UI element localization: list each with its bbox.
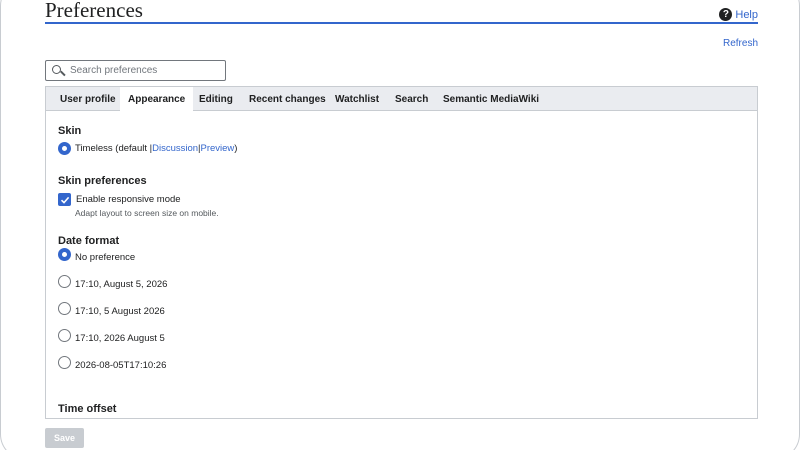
- save-button[interactable]: Save: [45, 428, 84, 448]
- skin-radio[interactable]: [58, 142, 71, 155]
- skin-close-paren: ): [234, 143, 238, 154]
- date-radio[interactable]: [58, 275, 71, 288]
- tab-user-profile[interactable]: User profile: [52, 87, 124, 111]
- tab-watchlist[interactable]: Watchlist: [327, 87, 387, 111]
- preferences-page: Preferences ? Help Refresh User profile …: [45, 0, 758, 450]
- search-icon: [52, 64, 64, 77]
- time-offset-heading: Time offset: [58, 403, 117, 415]
- skin-option-timeless[interactable]: Timeless (default | Discussion | Preview…: [58, 142, 237, 155]
- responsive-mode-hint: Adapt layout to screen size on mobile.: [75, 208, 219, 218]
- tab-recent-changes[interactable]: Recent changes: [241, 87, 334, 111]
- date-format-heading: Date format: [58, 235, 120, 247]
- help-link[interactable]: ? Help: [719, 8, 758, 21]
- tab-bar: User profile Appearance Editing Recent c…: [46, 87, 757, 112]
- date-radio[interactable]: [58, 248, 71, 261]
- responsive-mode-checkbox[interactable]: [58, 193, 71, 206]
- preferences-panel: User profile Appearance Editing Recent c…: [45, 86, 758, 418]
- date-option-dmy[interactable]: 17:10, 5 August 2026: [58, 302, 165, 317]
- date-option-label: 17:10, 2026 August 5: [75, 333, 165, 344]
- date-radio[interactable]: [58, 302, 71, 315]
- date-option-label: 2026-08-05T17:10:26: [75, 360, 167, 371]
- skin-discussion-link[interactable]: Discussion: [152, 143, 198, 154]
- date-option-ymd[interactable]: 17:10, 2026 August 5: [58, 329, 165, 344]
- tab-editing[interactable]: Editing: [191, 87, 241, 111]
- responsive-mode-option[interactable]: Enable responsive mode: [58, 193, 181, 206]
- date-option-label: 17:10, 5 August 2026: [75, 306, 165, 317]
- help-label: Help: [735, 8, 758, 21]
- page-title: Preferences: [45, 0, 143, 22]
- page-header: Preferences ? Help: [45, 0, 758, 24]
- date-option-mdy[interactable]: 17:10, August 5, 2026: [58, 275, 168, 290]
- tab-appearance[interactable]: Appearance: [120, 87, 194, 112]
- date-option-label: 17:10, August 5, 2026: [75, 279, 168, 290]
- date-option-label: No preference: [75, 252, 136, 263]
- search-box[interactable]: [45, 60, 226, 81]
- date-option-iso[interactable]: 2026-08-05T17:10:26: [58, 356, 167, 371]
- help-icon: ?: [719, 8, 733, 21]
- skin-heading: Skin: [58, 125, 82, 137]
- footer-divider: [45, 418, 758, 419]
- tab-search[interactable]: Search: [387, 87, 436, 111]
- date-radio[interactable]: [58, 356, 71, 369]
- tab-semantic-mediawiki[interactable]: Semantic MediaWiki: [435, 87, 547, 111]
- responsive-mode-label: Enable responsive mode: [76, 194, 181, 205]
- checkmark-icon: [60, 196, 69, 204]
- skin-preview-link[interactable]: Preview: [201, 143, 235, 154]
- skin-preferences-heading: Skin preferences: [58, 175, 147, 187]
- date-option-no-preference[interactable]: No preference: [58, 248, 136, 263]
- refresh-link[interactable]: Refresh: [723, 38, 758, 49]
- search-input[interactable]: [70, 65, 220, 76]
- skin-option-label: Timeless (default |: [75, 143, 153, 154]
- date-radio[interactable]: [58, 329, 71, 342]
